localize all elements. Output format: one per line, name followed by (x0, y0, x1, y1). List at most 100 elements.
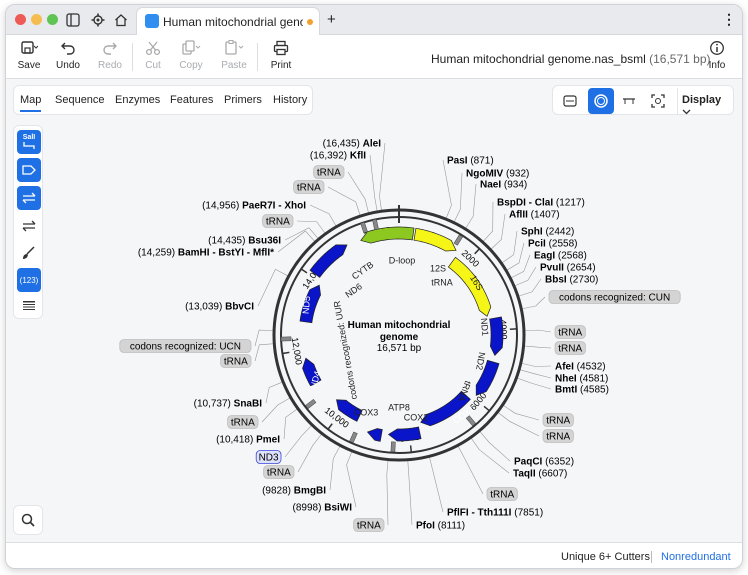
leader-line (516, 377, 552, 390)
tick-label: 12,000 (290, 337, 304, 366)
leader-line (517, 278, 542, 297)
tick-mark (483, 405, 490, 412)
leader-line (407, 459, 413, 526)
uur-label: codons recognized: UUR (332, 299, 359, 400)
enzyme-site-label[interactable]: NgoMIV (932) (466, 169, 529, 180)
feature-tag-label: codons recognized: CUN (559, 293, 670, 304)
leader-line (523, 329, 552, 333)
leader-line (442, 159, 452, 220)
tick-mark (327, 423, 333, 430)
leader-line (519, 369, 552, 379)
enzyme-site-label[interactable]: (10,418) PmeI (216, 435, 280, 446)
enzyme-site-label[interactable]: (9828) BmgBI (262, 486, 326, 497)
atp8-feature[interactable] (366, 428, 383, 442)
rrna-12s-feature[interactable] (413, 227, 457, 252)
feature-tag-label: tRNA (490, 490, 514, 501)
nd2-label: ND2 (474, 351, 487, 370)
redundancy-filter[interactable]: Nonredundant (661, 551, 731, 563)
feature-tag-label: tRNA (546, 416, 570, 427)
s12-label: 12S (430, 263, 446, 273)
feature-tag-label: tRNA (297, 183, 321, 194)
feature-tag-label: tRNA (231, 418, 255, 429)
enzyme-site-label[interactable]: EagI (2568) (534, 251, 587, 262)
leader-line (523, 345, 552, 349)
enzyme-site-label[interactable]: PfoI (8111) (416, 521, 465, 532)
enzyme-site-label[interactable]: TaqII (6607) (513, 469, 567, 480)
leader-line (379, 142, 386, 212)
enzyme-site-label[interactable]: (14,435) Bsu36I (208, 236, 281, 247)
nd6-label: ND6 (343, 281, 363, 300)
enzyme-site-label[interactable]: (14,259) BamHI - BstYI - MflI* (138, 248, 274, 259)
leader-line (521, 296, 546, 310)
leader-line (254, 343, 275, 362)
enzyme-site-label[interactable]: BmtI (4585) (555, 385, 609, 396)
trna-marker[interactable] (349, 431, 358, 444)
enzyme-site-label[interactable]: BspDI - ClaI (1217) (497, 198, 585, 209)
cytb-feature[interactable] (309, 244, 348, 278)
feature-tag-label: codons recognized: UCN (130, 342, 241, 353)
trna-marker[interactable] (360, 221, 368, 234)
cox3-label: COX3 (354, 407, 379, 417)
enzyme-site-label[interactable]: PvuII (2654) (540, 263, 596, 274)
leader-line (347, 171, 370, 214)
enzyme-site-label[interactable]: PflFI - Tth111I (7851) (447, 508, 543, 519)
cox2-feature[interactable] (387, 426, 422, 442)
enzyme-site-label[interactable]: NheI (4581) (555, 374, 608, 385)
leader-line (284, 424, 313, 458)
enzyme-site-label[interactable]: (16,392) KflI (310, 151, 366, 162)
enzyme-site-label[interactable]: (10,737) SnaBI (194, 399, 263, 410)
status-bar: Unique 6+ Cutters Nonredundant (6, 542, 742, 568)
enzyme-site-label[interactable]: BbsI (2730) (545, 275, 598, 286)
enzyme-set-selector[interactable]: Unique 6+ Cutters (561, 551, 650, 563)
leader-line (265, 381, 284, 404)
dloop-label: D-loop (389, 255, 416, 265)
nd1-feature[interactable] (489, 316, 504, 356)
trna-marker[interactable] (390, 441, 396, 453)
leader-line (327, 186, 361, 217)
feature-tag-label: tRNA (317, 168, 341, 179)
trna_a-label: tRNA (431, 277, 453, 287)
leader-line (297, 433, 323, 473)
leader-line (502, 404, 540, 421)
enzyme-site-label[interactable]: AflII (1407) (509, 210, 560, 221)
enzyme-site-label[interactable]: AfeI (4532) (555, 362, 606, 373)
enzyme-site-label[interactable]: SphI (2442) (521, 227, 574, 238)
leader-line (453, 172, 463, 223)
cox2-label: COX2 (404, 412, 429, 422)
leader-line (464, 183, 477, 230)
enzyme-site-label[interactable]: (8998) BsiWI (293, 503, 353, 514)
leader-line (497, 411, 540, 437)
leader-line (346, 450, 357, 508)
feature-tag-label: tRNA (224, 357, 248, 368)
enzyme-site-label[interactable]: PaqCI (6352) (514, 457, 574, 468)
leader-line (369, 154, 378, 212)
enzyme-site-label[interactable]: (16,435) AleI (323, 139, 382, 150)
app-window: Human mitochondrial genom + ⋮ Save Undo … (5, 4, 743, 569)
trna-marker[interactable] (280, 336, 292, 342)
leader-line (482, 201, 494, 243)
enzyme-site-label[interactable]: PasI (871) (447, 156, 494, 167)
feature-tag-label: ND3 (259, 453, 279, 464)
enzyme-site-label[interactable]: NaeI (934) (480, 180, 527, 191)
leader-line (479, 430, 511, 462)
enzyme-site-label[interactable]: (13,039) BbvCI (185, 302, 254, 313)
map-title-line2: genome (380, 332, 419, 343)
nd1-label: ND1 (479, 318, 491, 337)
tick-mark (282, 351, 290, 355)
leader-line (501, 230, 518, 264)
leader-line (386, 459, 389, 526)
trna-marker[interactable] (305, 398, 317, 409)
leader-line (309, 204, 337, 227)
feature-tag-label: tRNA (558, 344, 582, 355)
leader-line (329, 445, 341, 491)
atp8-label: ATP8 (388, 402, 410, 412)
enzyme-site-label[interactable]: (14,956) PaeR7I - XhoI (202, 201, 306, 212)
enzyme-site-label[interactable]: PciI (2558) (528, 239, 577, 250)
trna-marker[interactable] (453, 234, 464, 246)
tick-mark (409, 445, 413, 453)
feature-tag-label: tRNA (266, 217, 290, 228)
plasmid-map[interactable]: 16,000200040006000800010,00012,00014,000… (6, 5, 743, 542)
map-length: 16,571 bp (377, 343, 422, 354)
nd5-label: ND5 (301, 296, 313, 315)
tick-mark (300, 268, 308, 274)
